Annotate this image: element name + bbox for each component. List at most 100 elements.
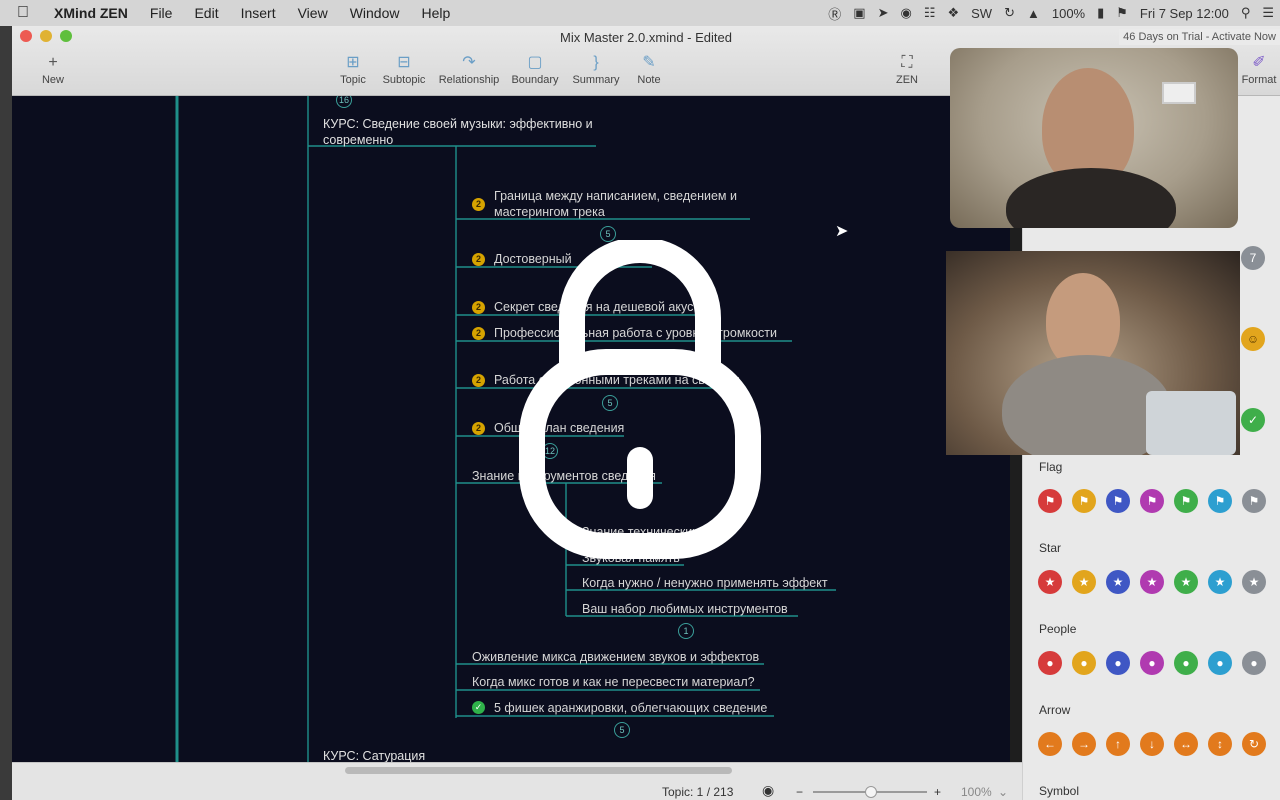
blue-star-icon[interactable]: ★ xyxy=(1106,570,1130,594)
blue-person-icon[interactable]: ● xyxy=(1106,651,1130,675)
flag-icon[interactable]: ⚑ xyxy=(1110,5,1134,21)
arrow-up-down-icon[interactable]: ↕ xyxy=(1208,732,1232,756)
arrow-right-icon[interactable]: → xyxy=(1072,732,1096,756)
zoom-out-icon[interactable]: − xyxy=(796,785,803,799)
boundary-icon: ▢ xyxy=(527,54,543,71)
menu-edit[interactable]: Edit xyxy=(183,5,229,21)
cyan-flag-icon[interactable]: ⚑ xyxy=(1208,489,1232,513)
zoom-level[interactable]: 100% xyxy=(961,785,992,799)
menu-view[interactable]: View xyxy=(287,5,339,21)
clock[interactable]: Fri 7 Sep 12:00 xyxy=(1134,6,1235,21)
relationship-button[interactable]: ↷ Relationship xyxy=(438,52,500,86)
sw-label[interactable]: SW xyxy=(965,6,998,21)
arrow-down-icon[interactable]: ↓ xyxy=(1140,732,1164,756)
course-topic[interactable]: КУРС: Сведение своей музыки: эффективно … xyxy=(323,116,593,148)
gray-star-icon[interactable]: ★ xyxy=(1242,570,1266,594)
menu-insert[interactable]: Insert xyxy=(230,5,287,21)
checkmark-icon[interactable]: ✓ xyxy=(1241,408,1265,432)
audio-icon[interactable]: ☷ xyxy=(918,5,942,21)
menu-app-name[interactable]: XMind ZEN xyxy=(46,5,139,21)
subtopic-favorite-tools[interactable]: Ваш набор любимых инструментов xyxy=(582,601,788,617)
priority-2-icon[interactable]: 2 xyxy=(472,301,485,314)
record-icon[interactable]: ◉ xyxy=(894,5,917,21)
topic-mix-ready[interactable]: Когда микс готов и как не пересвести мат… xyxy=(472,674,755,690)
status-menus: Ⓡ ▣ ➤ ◉ ☷ ❖ SW ↻ ▲ 100% ▮ ⚑ Fri 7 Sep 12… xyxy=(822,0,1280,26)
priority-2-icon[interactable]: 2 xyxy=(472,253,485,266)
yellow-person-icon[interactable]: ● xyxy=(1072,651,1096,675)
format-button[interactable]: ✐ Format xyxy=(1239,52,1279,86)
gray-flag-icon[interactable]: ⚑ xyxy=(1242,489,1266,513)
blue-flag-icon[interactable]: ⚑ xyxy=(1106,489,1130,513)
arrow-up-icon[interactable]: ↑ xyxy=(1106,732,1130,756)
brush-icon: ✐ xyxy=(1252,54,1266,71)
horizontal-scrollbar[interactable] xyxy=(345,767,732,774)
camera-icon[interactable]: ▣ xyxy=(847,5,871,21)
time-machine-icon[interactable]: ↻ xyxy=(998,5,1021,21)
boundary-button[interactable]: ▢ Boundary xyxy=(510,52,560,86)
new-button[interactable]: + New xyxy=(30,52,76,86)
send-icon[interactable]: ➤ xyxy=(872,5,895,21)
yellow-flag-icon[interactable]: ⚑ xyxy=(1072,489,1096,513)
topic-arrangement-tips[interactable]: 5 фишек аранжировки, облегчающих сведени… xyxy=(494,700,767,716)
mindmap-canvas[interactable]: 16 КУРС: Сведение своей музыки: эффектив… xyxy=(12,96,1010,762)
red-flag-icon[interactable]: ⚑ xyxy=(1038,489,1062,513)
cyan-person-icon[interactable]: ● xyxy=(1208,651,1232,675)
arrow-section-label: Arrow xyxy=(1039,703,1071,717)
priority-2-icon[interactable]: 2 xyxy=(472,198,485,211)
note-button[interactable]: ✎ Note xyxy=(634,52,664,86)
subtopic-button[interactable]: ⊟ Subtopic xyxy=(380,52,428,86)
green-person-icon[interactable]: ● xyxy=(1174,651,1198,675)
menu-window[interactable]: Window xyxy=(339,5,411,21)
status-bar: Topic: 1 / 213 ◉ − + 100% ⌄ xyxy=(12,762,1022,800)
topic-mix-movement[interactable]: Оживление микса движением звуков и эффек… xyxy=(472,649,759,665)
zoom-slider-knob[interactable] xyxy=(865,786,877,798)
topic-mix-boundary[interactable]: Граница между написанием, сведением и ма… xyxy=(494,188,737,220)
apple-icon[interactable]:  xyxy=(0,4,46,22)
green-star-icon[interactable]: ★ xyxy=(1174,570,1198,594)
collapsed-count-badge[interactable]: 5 xyxy=(614,722,630,738)
flag-markers: ⚑ ⚑ ⚑ ⚑ ⚑ ⚑ ⚑ xyxy=(1038,489,1276,513)
arrow-left-icon[interactable]: ← xyxy=(1038,732,1062,756)
battery-percent[interactable]: 100% xyxy=(1046,6,1091,21)
course-topic-saturation[interactable]: КУРС: Сатурация xyxy=(323,748,425,762)
priority-2-icon[interactable]: 2 xyxy=(472,374,485,387)
window-title: Mix Master 2.0.xmind - Edited xyxy=(560,30,732,45)
plus-icon: + xyxy=(48,54,58,71)
wifi-icon[interactable]: ▲ xyxy=(1021,6,1046,21)
task-done-icon[interactable]: ✓ xyxy=(472,701,485,714)
dropbox-icon[interactable]: ❖ xyxy=(941,5,965,21)
collapsed-count-badge[interactable]: 1 xyxy=(678,623,694,639)
purple-star-icon[interactable]: ★ xyxy=(1140,570,1164,594)
menu-file[interactable]: File xyxy=(139,5,184,21)
arrow-refresh-icon[interactable]: ↻ xyxy=(1242,732,1266,756)
skype-icon[interactable]: Ⓡ xyxy=(822,4,847,23)
topic-button[interactable]: ⊞ Topic xyxy=(335,52,371,86)
purple-person-icon[interactable]: ● xyxy=(1140,651,1164,675)
zen-button[interactable]: ⛶ ZEN xyxy=(892,52,922,86)
lock-icon xyxy=(519,240,761,559)
cyan-star-icon[interactable]: ★ xyxy=(1208,570,1232,594)
neutral-smiley-icon[interactable]: ☺ xyxy=(1241,327,1265,351)
chevron-down-icon[interactable]: ⌄ xyxy=(998,785,1008,799)
subtopic-icon: ⊟ xyxy=(397,54,411,71)
gray-person-icon[interactable]: ● xyxy=(1242,651,1266,675)
trial-banner[interactable]: 46 Days on Trial - Activate Now xyxy=(1119,29,1280,45)
battery-icon[interactable]: ▮ xyxy=(1091,5,1110,21)
red-person-icon[interactable]: ● xyxy=(1038,651,1062,675)
red-star-icon[interactable]: ★ xyxy=(1038,570,1062,594)
purple-flag-icon[interactable]: ⚑ xyxy=(1140,489,1164,513)
summary-button[interactable]: } Summary xyxy=(570,52,622,86)
spotlight-search-icon[interactable]: ⚲ xyxy=(1235,5,1257,21)
notification-center-icon[interactable]: ☰ xyxy=(1256,5,1280,21)
priority-2-icon[interactable]: 2 xyxy=(472,327,485,340)
priority-2-icon[interactable]: 2 xyxy=(472,422,485,435)
arrow-markers: ← → ↑ ↓ ↔ ↕ ↻ xyxy=(1038,732,1276,756)
number-marker[interactable]: 7 xyxy=(1241,246,1265,270)
yellow-star-icon[interactable]: ★ xyxy=(1072,570,1096,594)
eye-icon[interactable]: ◉ xyxy=(762,782,774,799)
green-flag-icon[interactable]: ⚑ xyxy=(1174,489,1198,513)
menu-help[interactable]: Help xyxy=(410,5,461,21)
subtopic-when-to-apply[interactable]: Когда нужно / ненужно применять эффект xyxy=(582,575,828,591)
zoom-in-icon[interactable]: + xyxy=(934,785,941,799)
arrow-left-right-icon[interactable]: ↔ xyxy=(1174,732,1198,756)
